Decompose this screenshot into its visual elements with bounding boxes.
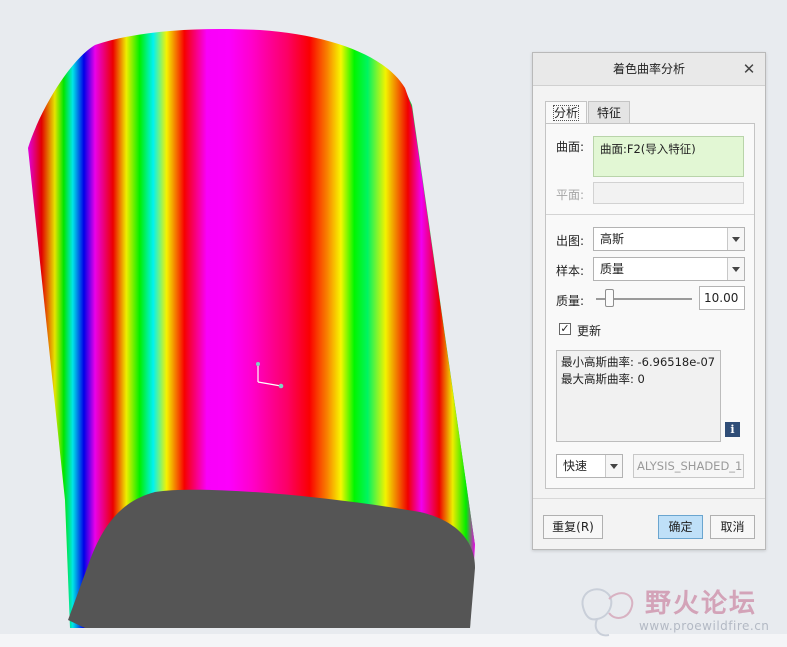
mode-value: 快速 [563,459,588,473]
mode-select[interactable]: 快速 [556,454,623,478]
chevron-down-icon[interactable] [727,228,744,250]
dialog-titlebar[interactable]: 着色曲率分析 ✕ [533,53,765,86]
chevron-down-icon[interactable] [605,455,622,477]
close-icon[interactable]: ✕ [741,53,757,85]
surface-value: 曲面:F2(导入特征) [600,142,696,156]
update-label: 更新 [577,324,602,338]
watermark-name: 野火论坛 [645,589,758,619]
footer-divider [533,498,765,499]
output-value: 高斯 [600,232,625,246]
sample-value: 质量 [600,262,625,276]
surface-label: 曲面: [556,140,585,154]
watermark-url: www.proewildfire.cn [639,619,770,633]
quality-value: 10.00 [704,291,739,305]
tab-analysis[interactable]: 分析 [545,101,588,124]
analysis-panel: 曲面: 曲面:F2(导入特征) 平面: 出图: 高斯 样本: 质量 质量: 10… [545,123,755,489]
output-label: 出图: [556,234,585,248]
surface-collector[interactable]: 曲面:F2(导入特征) [593,136,744,177]
shaded-curvature-dialog: 着色曲率分析 ✕ 分析 特征 曲面: 曲面:F2(导入特征) 平面: 出图: 高斯… [532,52,766,550]
quality-input[interactable]: 10.00 [699,286,745,310]
min-curvature-text: 最小高斯曲率: -6.96518e-07 [561,355,716,369]
quality-slider-thumb[interactable] [605,289,614,307]
results-box: 最小高斯曲率: -6.96518e-07 最大高斯曲率: 0 [556,350,721,442]
cancel-button[interactable]: 取消 [710,515,755,539]
tab-analysis-label: 分析 [552,105,580,121]
dialog-title: 着色曲率分析 [612,62,685,76]
tab-feature-label: 特征 [597,106,622,120]
ok-button[interactable]: 确定 [658,515,703,539]
output-select[interactable]: 高斯 [593,227,745,251]
sample-select[interactable]: 质量 [593,257,745,281]
sample-label: 样本: [556,264,585,278]
watermark-logo-icon [581,588,634,637]
tab-feature[interactable]: 特征 [588,101,631,123]
repeat-button[interactable]: 重复(R) [543,515,603,539]
max-curvature-text: 最大高斯曲率: 0 [561,372,645,386]
watermark: 野火论坛 www.proewildfire.cn [575,579,785,639]
quality-label: 质量: [556,294,585,308]
chevron-down-icon[interactable] [727,258,744,280]
info-icon[interactable]: i [725,422,740,437]
plane-label: 平面: [556,188,585,202]
analysis-name-value: ALYSIS_SHADED_1 [637,459,743,473]
analysis-name-field[interactable]: ALYSIS_SHADED_1 [633,454,744,478]
tab-bar: 分析 特征 [545,101,631,124]
divider [546,214,754,215]
update-checkbox[interactable]: ✓ [559,323,571,335]
plane-collector[interactable] [593,182,744,204]
